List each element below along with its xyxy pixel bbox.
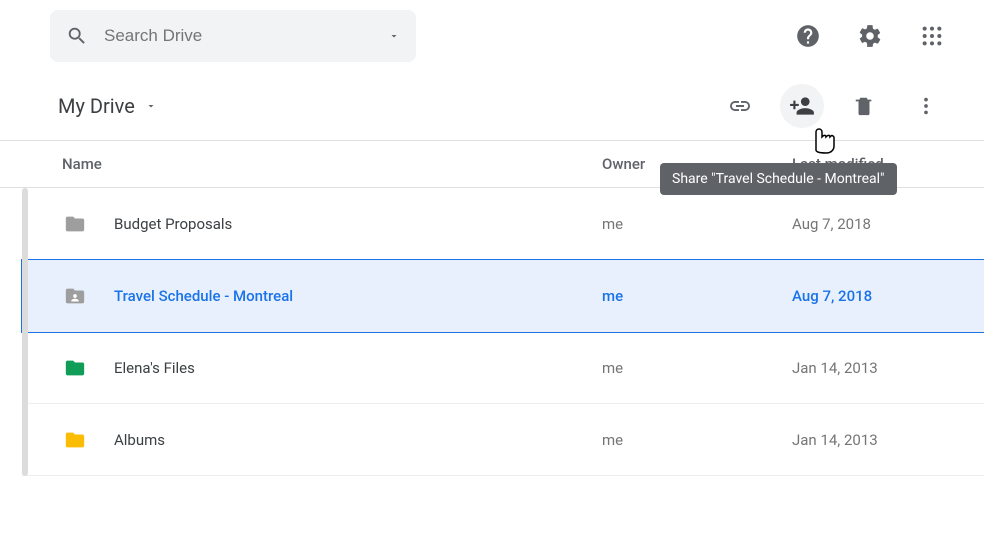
search-input[interactable] bbox=[102, 25, 374, 47]
file-name: Budget Proposals bbox=[114, 215, 232, 233]
folder-icon bbox=[62, 357, 88, 379]
file-modified: Aug 7, 2018 bbox=[792, 287, 976, 305]
header-name[interactable]: Name bbox=[62, 155, 602, 173]
file-owner: me bbox=[602, 287, 792, 305]
get-link-button[interactable] bbox=[718, 84, 762, 128]
file-owner: me bbox=[602, 215, 792, 233]
breadcrumb[interactable]: My Drive bbox=[58, 94, 710, 118]
share-button[interactable] bbox=[780, 84, 824, 128]
more-button[interactable] bbox=[904, 84, 948, 128]
file-row[interactable]: Travel Schedule - Montreal meAug 7, 2018 bbox=[22, 260, 984, 332]
file-modified: Jan 14, 2013 bbox=[792, 431, 976, 449]
file-owner: me bbox=[602, 359, 792, 377]
file-row[interactable]: Elena's Files meJan 14, 2013 bbox=[22, 332, 984, 404]
file-modified: Aug 7, 2018 bbox=[792, 215, 976, 233]
settings-button[interactable] bbox=[848, 14, 892, 58]
apps-button[interactable] bbox=[910, 14, 954, 58]
file-name: Elena's Files bbox=[114, 359, 195, 377]
file-list: Budget ProposalsmeAug 7, 2018Travel Sche… bbox=[22, 188, 984, 476]
scroll-indicator[interactable] bbox=[22, 188, 28, 476]
file-row[interactable]: Budget Proposals meAug 7, 2018 bbox=[22, 188, 984, 260]
folder-icon bbox=[62, 429, 88, 451]
breadcrumb-label: My Drive bbox=[58, 94, 135, 118]
dropdown-icon[interactable] bbox=[388, 30, 400, 42]
search-icon bbox=[66, 25, 88, 47]
file-name: Albums bbox=[114, 431, 165, 449]
folder-icon bbox=[62, 213, 88, 235]
file-owner: me bbox=[602, 431, 792, 449]
file-row[interactable]: Albums meJan 14, 2013 bbox=[22, 404, 984, 476]
search-bar[interactable] bbox=[50, 10, 416, 62]
help-button[interactable] bbox=[786, 14, 830, 58]
chevron-down-icon bbox=[145, 100, 157, 112]
share-tooltip: Share "Travel Schedule - Montreal" bbox=[660, 163, 897, 195]
delete-button[interactable] bbox=[842, 84, 886, 128]
file-modified: Jan 14, 2013 bbox=[792, 359, 976, 377]
folder-icon bbox=[62, 285, 88, 307]
file-name: Travel Schedule - Montreal bbox=[114, 287, 293, 305]
